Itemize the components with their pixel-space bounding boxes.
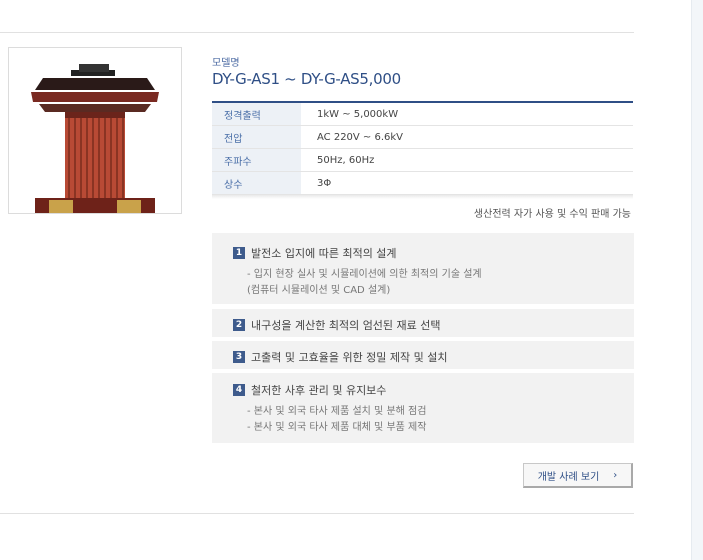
feature-title: 고출력 및 고효율을 위한 정밀 제작 및 설치 [251,351,448,364]
spec-value: 1kW ~ 5,000kW [301,102,633,126]
spec-key: 정격출력 [212,102,301,126]
feature-box-3: 3 고출력 및 고효율을 위한 정밀 제작 및 설치 [212,341,634,369]
page-scrollbar[interactable] [691,0,703,560]
spec-row: 상수 3Φ [212,171,633,195]
model-title: DY-G-AS1 ~ DY-G-AS5,000 [212,70,401,88]
feature-title-row: 4 철저한 사후 관리 및 유지보수 [233,382,386,398]
spec-row: 주파수 50Hz, 60Hz [212,148,633,172]
spec-value: AC 220V ~ 6.6kV [301,125,633,149]
model-label: 모델명 [212,58,240,69]
spec-row: 전압 AC 220V ~ 6.6kV [212,125,633,149]
feature-title-row: 2 내구성을 계산한 최적의 엄선된 재료 선택 [233,317,441,333]
button-label: 개발 사례 보기 [537,471,600,483]
feature-box-2: 2 내구성을 계산한 최적의 엄선된 재료 선택 [212,309,634,337]
spec-value: 50Hz, 60Hz [301,148,633,172]
feature-subtext: - 본사 및 외국 타사 제품 대체 및 부품 제작 [247,422,427,433]
feature-title: 발전소 입지에 따른 최적의 설계 [251,247,397,260]
spec-table: 정격출력 1kW ~ 5,000kW 전압 AC 220V ~ 6.6kV 주파… [212,101,633,195]
feature-title: 내구성을 계산한 최적의 엄선된 재료 선택 [251,319,441,332]
feature-number-badge: 3 [233,351,245,363]
feature-box-4: 4 철저한 사후 관리 및 유지보수 - 본사 및 외국 타사 제품 설치 및 … [212,373,634,443]
table-shadow [212,195,633,199]
usage-note: 생산전력 자가 사용 및 수익 판매 가능 [473,209,631,220]
generator-product-image [31,64,159,213]
feature-number-badge: 1 [233,247,245,259]
feature-number-badge: 2 [233,319,245,331]
spec-key: 상수 [212,171,301,195]
chevron-right-icon: › [613,469,618,481]
divider-bottom [0,513,634,514]
spec-key: 주파수 [212,148,301,172]
feature-title-row: 1 발전소 입지에 따른 최적의 설계 [233,245,397,261]
divider-top [0,32,634,33]
feature-subtext: - 본사 및 외국 타사 제품 설치 및 분해 점검 [247,406,427,417]
product-image-frame [8,47,182,214]
feature-subtext: (컴퓨터 시뮬레이션 및 CAD 설계) [247,285,391,296]
feature-number-badge: 4 [233,384,245,396]
spec-value: 3Φ [301,171,633,195]
feature-title-row: 3 고출력 및 고효율을 위한 정밀 제작 및 설치 [233,349,448,365]
spec-row: 정격출력 1kW ~ 5,000kW [212,102,633,126]
spec-key: 전압 [212,125,301,149]
view-development-cases-button[interactable]: 개발 사례 보기 › [523,463,633,488]
feature-subtext: - 입지 현장 실사 및 시뮬레이션에 의한 최적의 기술 설계 [247,269,482,280]
feature-box-1: 1 발전소 입지에 따른 최적의 설계 - 입지 현장 실사 및 시뮬레이션에 … [212,233,634,304]
feature-title: 철저한 사후 관리 및 유지보수 [251,384,387,397]
